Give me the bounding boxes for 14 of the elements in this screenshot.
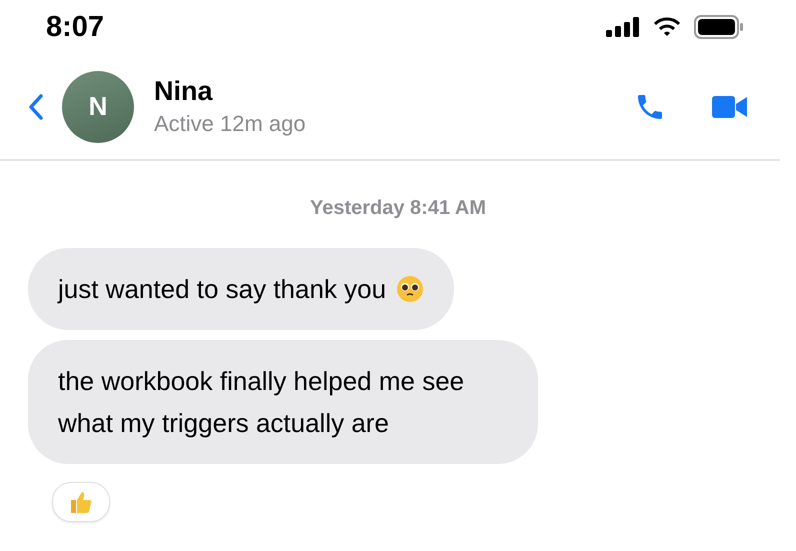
wifi-icon bbox=[654, 17, 680, 37]
status-time: 8:07 bbox=[46, 10, 104, 44]
signal-icon bbox=[606, 17, 640, 37]
crying-face-icon bbox=[396, 275, 424, 303]
video-camera-icon[interactable] bbox=[712, 94, 748, 118]
battery-icon bbox=[694, 15, 744, 39]
message-text: just wanted to say thank you bbox=[58, 273, 386, 306]
message-text: the workbook finally helped me see what my triggers actually are bbox=[58, 365, 466, 440]
contact-name: Nina bbox=[154, 76, 214, 107]
active-status: Active 12m ago bbox=[154, 111, 307, 137]
avatar[interactable]: N bbox=[62, 70, 134, 142]
timestamp: Yesterday 8:41 AM bbox=[310, 197, 486, 220]
back-icon[interactable] bbox=[28, 94, 44, 120]
thumbs-up-icon bbox=[68, 489, 94, 515]
